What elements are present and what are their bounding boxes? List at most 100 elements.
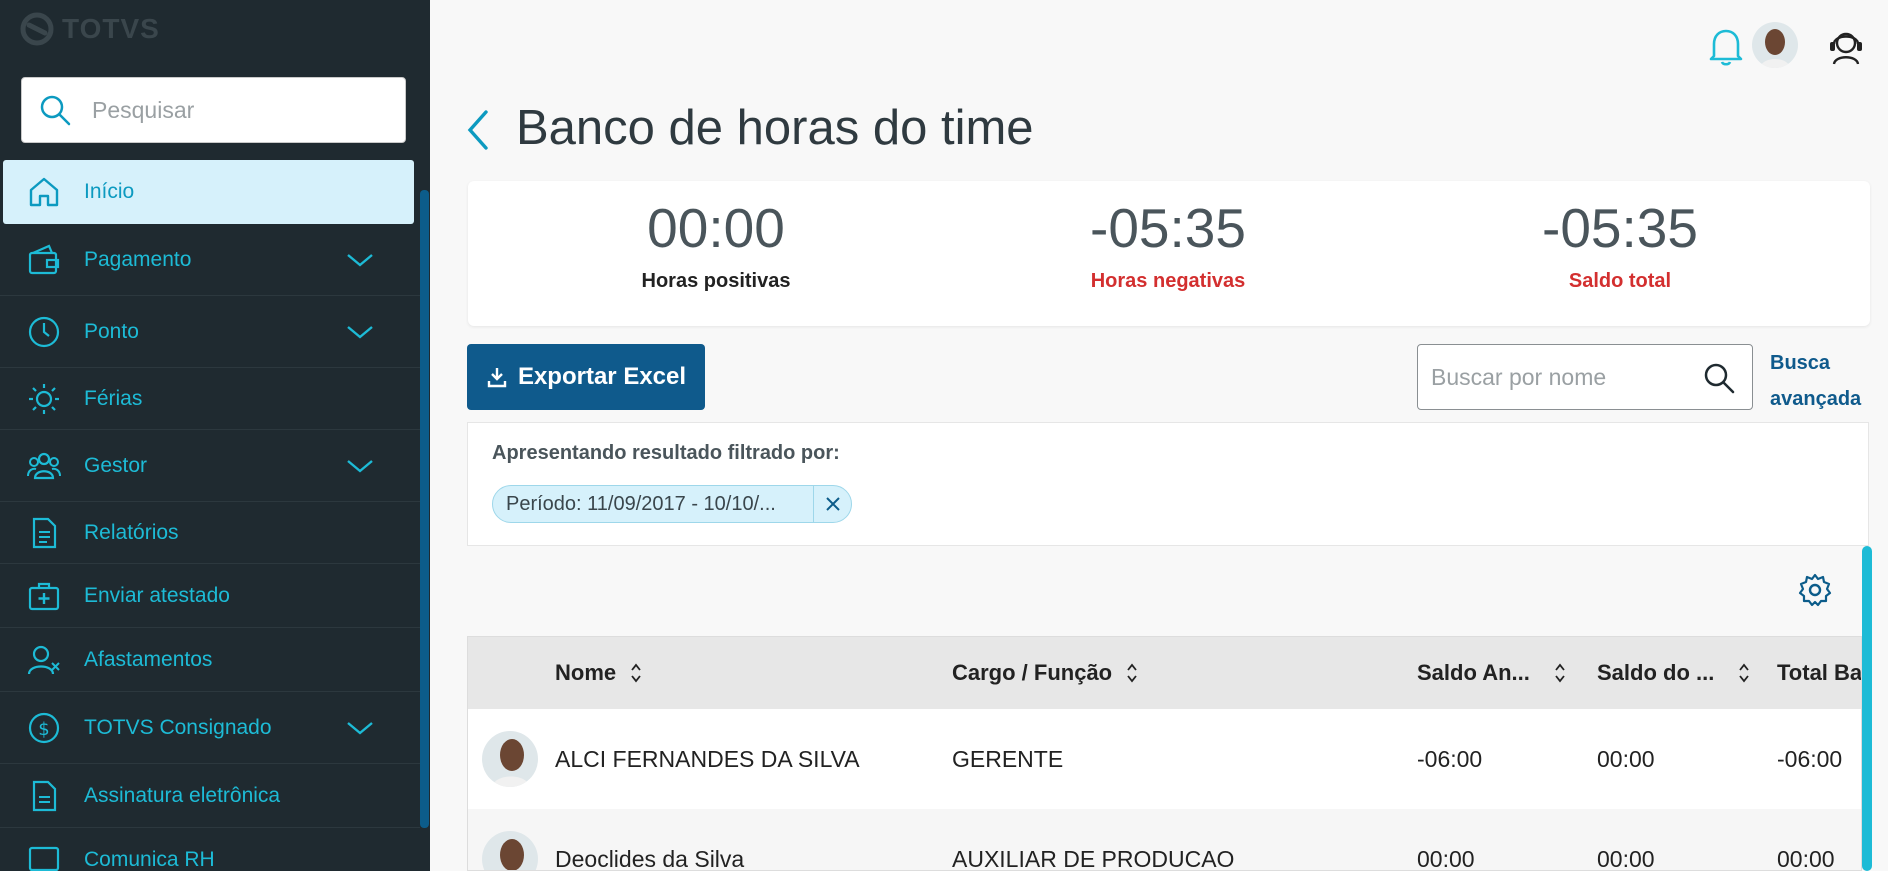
column-header-total-banco[interactable]: Total Ba xyxy=(1777,637,1862,709)
period-filter-chip[interactable]: Período: 11/09/2017 - 10/10/... xyxy=(492,485,852,523)
negative-hours-value: -05:35 xyxy=(1090,197,1246,259)
sidebar-item-comunica-rh[interactable]: Comunica RH xyxy=(0,828,420,871)
sidebar-item-assinatura-eletronica[interactable]: Assinatura eletrônica xyxy=(0,764,420,828)
sidebar-search[interactable] xyxy=(21,77,406,143)
table-header: Nome Cargo / Função Saldo An... Saldo do… xyxy=(468,637,1861,709)
sidebar-item-gestor[interactable]: Gestor xyxy=(0,430,420,502)
chevron-down-icon[interactable] xyxy=(346,458,374,474)
sidebar-item-label: Ponto xyxy=(84,319,139,343)
sidebar-item-label: Afastamentos xyxy=(84,647,213,671)
clock-icon xyxy=(26,314,62,350)
sidebar-item-ferias[interactable]: Férias xyxy=(0,368,420,430)
sidebar-item-pagamento[interactable]: Pagamento xyxy=(0,224,420,296)
name-search-field[interactable] xyxy=(1417,344,1753,410)
dollar-icon: $ xyxy=(26,710,62,746)
sidebar-item-label: Comunica RH xyxy=(84,847,215,871)
sort-icon[interactable] xyxy=(1126,662,1138,684)
table-row[interactable]: ALCI FERNANDES DA SILVA GERENTE -06:00 0… xyxy=(468,709,1861,809)
period-balance: 00:00 xyxy=(1597,745,1655,772)
sidebar-item-relatorios[interactable]: Relatórios xyxy=(0,502,420,564)
summary-negative: -05:35 Horas negativas xyxy=(968,181,1368,293)
hours-summary-card: 00:00 Horas positivas -05:35 Horas negat… xyxy=(468,181,1870,326)
chevron-down-icon[interactable] xyxy=(346,324,374,340)
team-hours-table: Nome Cargo / Função Saldo An... Saldo do… xyxy=(467,636,1862,871)
remove-filter-button[interactable] xyxy=(813,486,851,522)
sidebar-scrollbar[interactable] xyxy=(420,190,429,828)
export-excel-button[interactable]: Exportar Excel xyxy=(467,344,705,410)
column-header-saldo-anterior[interactable]: Saldo An... xyxy=(1417,637,1566,709)
total-balance-label: Saldo total xyxy=(1568,270,1672,292)
column-label: Saldo do ... xyxy=(1597,660,1715,685)
table-row[interactable]: Deoclides da Silva AUXILIAR DE PRODUCAO … xyxy=(468,809,1861,871)
sidebar-item-label: Assinatura eletrônica xyxy=(84,783,281,807)
employee-role: GERENTE xyxy=(952,745,1064,772)
main-scrollbar[interactable] xyxy=(1862,546,1872,871)
column-label: Saldo An... xyxy=(1417,660,1530,685)
message-icon xyxy=(26,842,62,871)
sun-icon xyxy=(26,381,62,417)
export-excel-label: Exportar Excel xyxy=(517,363,687,390)
brand-logo[interactable]: TOTVS xyxy=(20,12,160,46)
user-avatar[interactable] xyxy=(1752,22,1798,68)
chevron-down-icon[interactable] xyxy=(346,720,374,736)
svg-text:$: $ xyxy=(38,719,49,740)
positive-hours-value: 00:00 xyxy=(647,197,785,259)
sidebar-item-totvs-consignado[interactable]: $ TOTVS Consignado xyxy=(0,692,420,764)
advanced-search-link[interactable]: Busca avançada xyxy=(1770,345,1870,417)
wallet-icon xyxy=(26,242,62,278)
sort-icon[interactable] xyxy=(1554,662,1566,684)
download-icon xyxy=(487,368,507,388)
medical-kit-icon xyxy=(26,578,62,614)
signature-doc-icon xyxy=(26,778,62,814)
sidebar-item-label: Relatórios xyxy=(84,520,179,544)
total-balance: -06:00 xyxy=(1777,745,1843,772)
sidebar-item-label: Férias xyxy=(84,386,143,410)
home-icon xyxy=(26,174,62,210)
filter-panel: Apresentando resultado filtrado por: Per… xyxy=(467,422,1869,546)
totvs-logo-icon xyxy=(20,12,54,46)
brand-name: TOTVS xyxy=(62,13,160,44)
sidebar-item-label: Gestor xyxy=(84,453,148,477)
employee-name: ALCI FERNANDES DA SILVA xyxy=(555,745,860,772)
column-header-nome[interactable]: Nome xyxy=(555,637,642,709)
sort-icon[interactable] xyxy=(1738,662,1750,684)
negative-hours-label: Horas negativas xyxy=(1090,270,1246,292)
sidebar-search-input[interactable] xyxy=(92,96,372,124)
sidebar-item-label: Enviar atestado xyxy=(84,583,230,607)
advanced-search-label-2: avançada xyxy=(1770,388,1862,410)
sidebar-item-enviar-atestado[interactable]: Enviar atestado xyxy=(0,564,420,628)
column-label: Nome xyxy=(555,660,617,685)
users-icon xyxy=(26,448,62,484)
back-arrow-icon[interactable] xyxy=(464,108,492,152)
column-header-saldo-periodo[interactable]: Saldo do ... xyxy=(1597,637,1750,709)
user-remove-icon xyxy=(26,642,62,678)
settings-gear-icon[interactable] xyxy=(1797,572,1833,608)
positive-hours-label: Horas positivas xyxy=(641,270,791,292)
sidebar-item-inicio[interactable]: Início xyxy=(3,160,414,224)
total-balance: 00:00 xyxy=(1777,845,1835,871)
sidebar-nav: Início Pagamento Ponto Férias Gestor Rel… xyxy=(0,160,420,871)
sidebar-item-label: Pagamento xyxy=(84,247,192,271)
sidebar: TOTVS Início Pagamento Ponto xyxy=(0,0,430,871)
search-icon[interactable] xyxy=(1702,361,1736,395)
summary-positive: 00:00 Horas positivas xyxy=(516,181,916,293)
sidebar-item-ponto[interactable]: Ponto xyxy=(0,296,420,368)
chevron-down-icon[interactable] xyxy=(346,252,374,268)
employee-name: Deoclides da Silva xyxy=(555,845,745,871)
employee-avatar xyxy=(482,731,538,787)
period-balance: 00:00 xyxy=(1597,845,1655,871)
close-icon xyxy=(825,497,840,511)
name-search-input[interactable] xyxy=(1431,363,1691,391)
column-header-cargo[interactable]: Cargo / Função xyxy=(952,637,1138,709)
sidebar-item-label: TOTVS Consignado xyxy=(84,715,272,739)
previous-balance: -06:00 xyxy=(1417,745,1483,772)
column-label: Total Ba xyxy=(1777,660,1862,685)
sort-icon[interactable] xyxy=(630,662,642,684)
document-icon xyxy=(26,515,62,551)
notification-bell-icon[interactable] xyxy=(1708,26,1744,66)
support-agent-icon[interactable] xyxy=(1826,26,1866,66)
sidebar-item-afastamentos[interactable]: Afastamentos xyxy=(0,628,420,692)
summary-total: -05:35 Saldo total xyxy=(1420,181,1820,293)
filter-title: Apresentando resultado filtrado por: xyxy=(492,442,840,464)
period-filter-label: Período: 11/09/2017 - 10/10/... xyxy=(506,492,776,515)
